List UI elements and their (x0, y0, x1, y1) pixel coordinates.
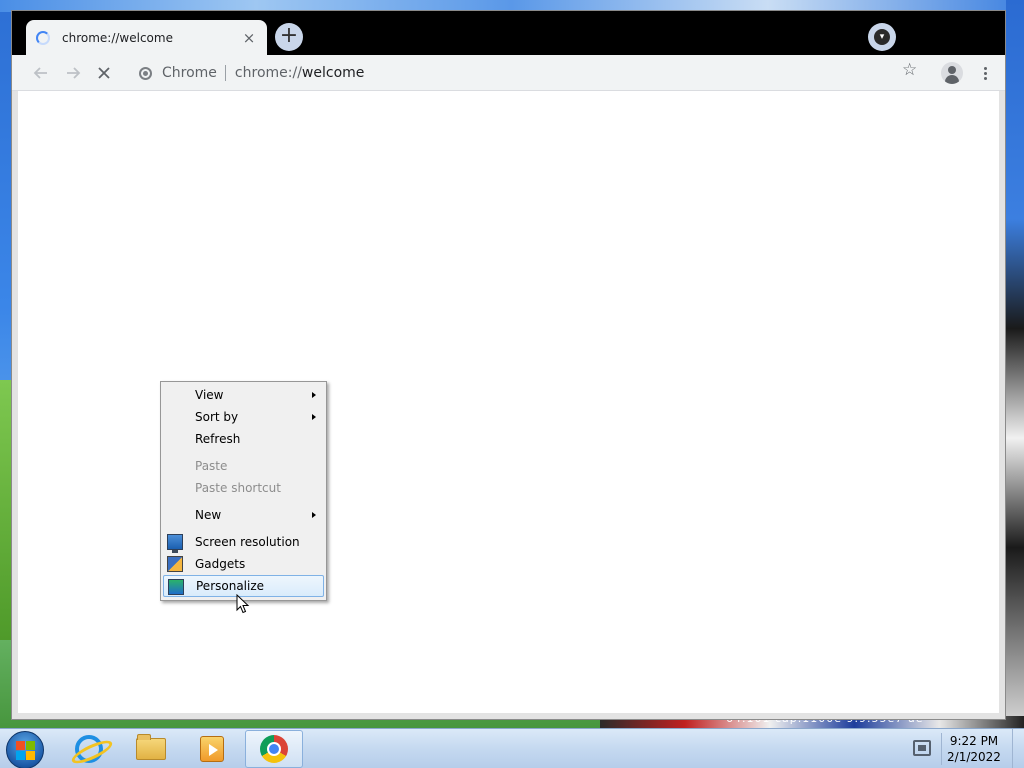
monitor-icon (167, 534, 183, 553)
url-scheme: chrome:// (234, 65, 302, 81)
address-bar[interactable]: Chrome chrome://welcome (127, 59, 927, 87)
back-arrow-icon (33, 67, 47, 79)
tab-title: chrome://welcome (62, 30, 173, 45)
desktop-wallpaper-right (1006, 0, 1024, 730)
menu-item-label: Sort by (195, 410, 239, 424)
address-chip: Chrome (162, 65, 226, 81)
bookmark-star-icon[interactable]: ☆ (902, 60, 917, 80)
clock-time: 9:22 PM (949, 734, 999, 748)
menu-item-view[interactable]: View (163, 384, 324, 406)
address-url[interactable]: chrome://welcome (226, 65, 364, 81)
internet-explorer-icon (75, 735, 103, 763)
menu-item-label: Screen resolution (195, 535, 300, 549)
menu-item-label: Refresh (195, 432, 241, 446)
menu-dot (983, 76, 987, 80)
gadgets-icon (167, 556, 183, 572)
tab-search-button[interactable]: ▾ (868, 23, 896, 51)
menu-item-paste: Paste (163, 455, 324, 477)
forward-arrow-icon (67, 67, 81, 79)
menu-item-label: Gadgets (195, 557, 246, 571)
start-button[interactable] (6, 731, 44, 768)
menu-item-label: Paste (195, 459, 228, 473)
window-frame-right (999, 91, 1005, 719)
menu-dot (983, 71, 987, 75)
show-desktop-button[interactable] (1012, 729, 1024, 768)
menu-item-refresh[interactable]: Refresh (163, 428, 324, 450)
chrome-window: chrome://welcome × + ▾ Chrome chrome://w… (11, 10, 1006, 720)
taskbar: 9:22 PM 2/1/2022 (0, 728, 1024, 768)
taskbar-windows-explorer[interactable] (122, 730, 180, 768)
menu-item-new[interactable]: New (163, 504, 324, 526)
profile-avatar-icon[interactable] (941, 62, 963, 84)
url-host: welcome (301, 65, 365, 81)
submenu-arrow-icon (312, 392, 316, 398)
windows-logo-icon (16, 751, 25, 760)
avatar-head (948, 66, 956, 74)
menu-item-label: View (195, 388, 224, 402)
menu-dot (983, 66, 987, 70)
submenu-arrow-icon (312, 512, 316, 518)
mouse-cursor-icon (236, 594, 250, 614)
forward-button[interactable] (61, 61, 85, 85)
menu-item-label: New (195, 508, 222, 522)
windows-logo-icon (26, 741, 35, 750)
menu-item-label: Personalize (196, 579, 265, 593)
tab-close-icon[interactable]: × (241, 29, 257, 47)
chrome-logo-icon (139, 66, 152, 80)
stop-button[interactable] (92, 61, 116, 85)
action-center-icon[interactable] (913, 740, 931, 756)
tab-welcome[interactable]: chrome://welcome × (26, 20, 267, 55)
browser-toolbar: Chrome chrome://welcome ☆ (12, 55, 1005, 91)
stop-icon (98, 67, 110, 79)
clock-date: 2/1/2022 (947, 750, 1001, 764)
menu-item-sort-by[interactable]: Sort by (163, 406, 324, 428)
folder-icon (136, 734, 166, 760)
submenu-arrow-icon (312, 414, 316, 420)
tab-strip: chrome://welcome × + ▾ (12, 11, 1005, 55)
windows-logo-icon (26, 751, 35, 760)
desktop-context-menu: View Sort by Refresh Paste Paste shortcu… (160, 381, 327, 601)
menu-item-label: Paste shortcut (195, 481, 281, 495)
new-tab-button[interactable]: + (275, 23, 303, 51)
menu-item-paste-shortcut: Paste shortcut (163, 477, 324, 499)
chrome-icon (260, 735, 288, 763)
system-clock[interactable]: 9:22 PM 2/1/2022 (942, 733, 1006, 765)
taskbar-internet-explorer[interactable] (60, 730, 118, 768)
chevron-down-icon: ▾ (874, 29, 890, 45)
avatar-body (945, 75, 959, 84)
taskbar-google-chrome[interactable] (245, 730, 303, 768)
media-player-icon (200, 736, 224, 762)
loading-spinner-icon (36, 30, 50, 45)
personalize-icon (168, 579, 184, 595)
windows-logo-icon (16, 741, 25, 750)
menu-item-screen-resolution[interactable]: Screen resolution (163, 531, 324, 553)
window-frame-bottom (12, 713, 1005, 719)
more-vert-icon[interactable] (975, 63, 995, 83)
menu-item-gadgets[interactable]: Gadgets (163, 553, 324, 575)
back-button[interactable] (29, 61, 53, 85)
taskbar-media-player[interactable] (183, 730, 241, 768)
